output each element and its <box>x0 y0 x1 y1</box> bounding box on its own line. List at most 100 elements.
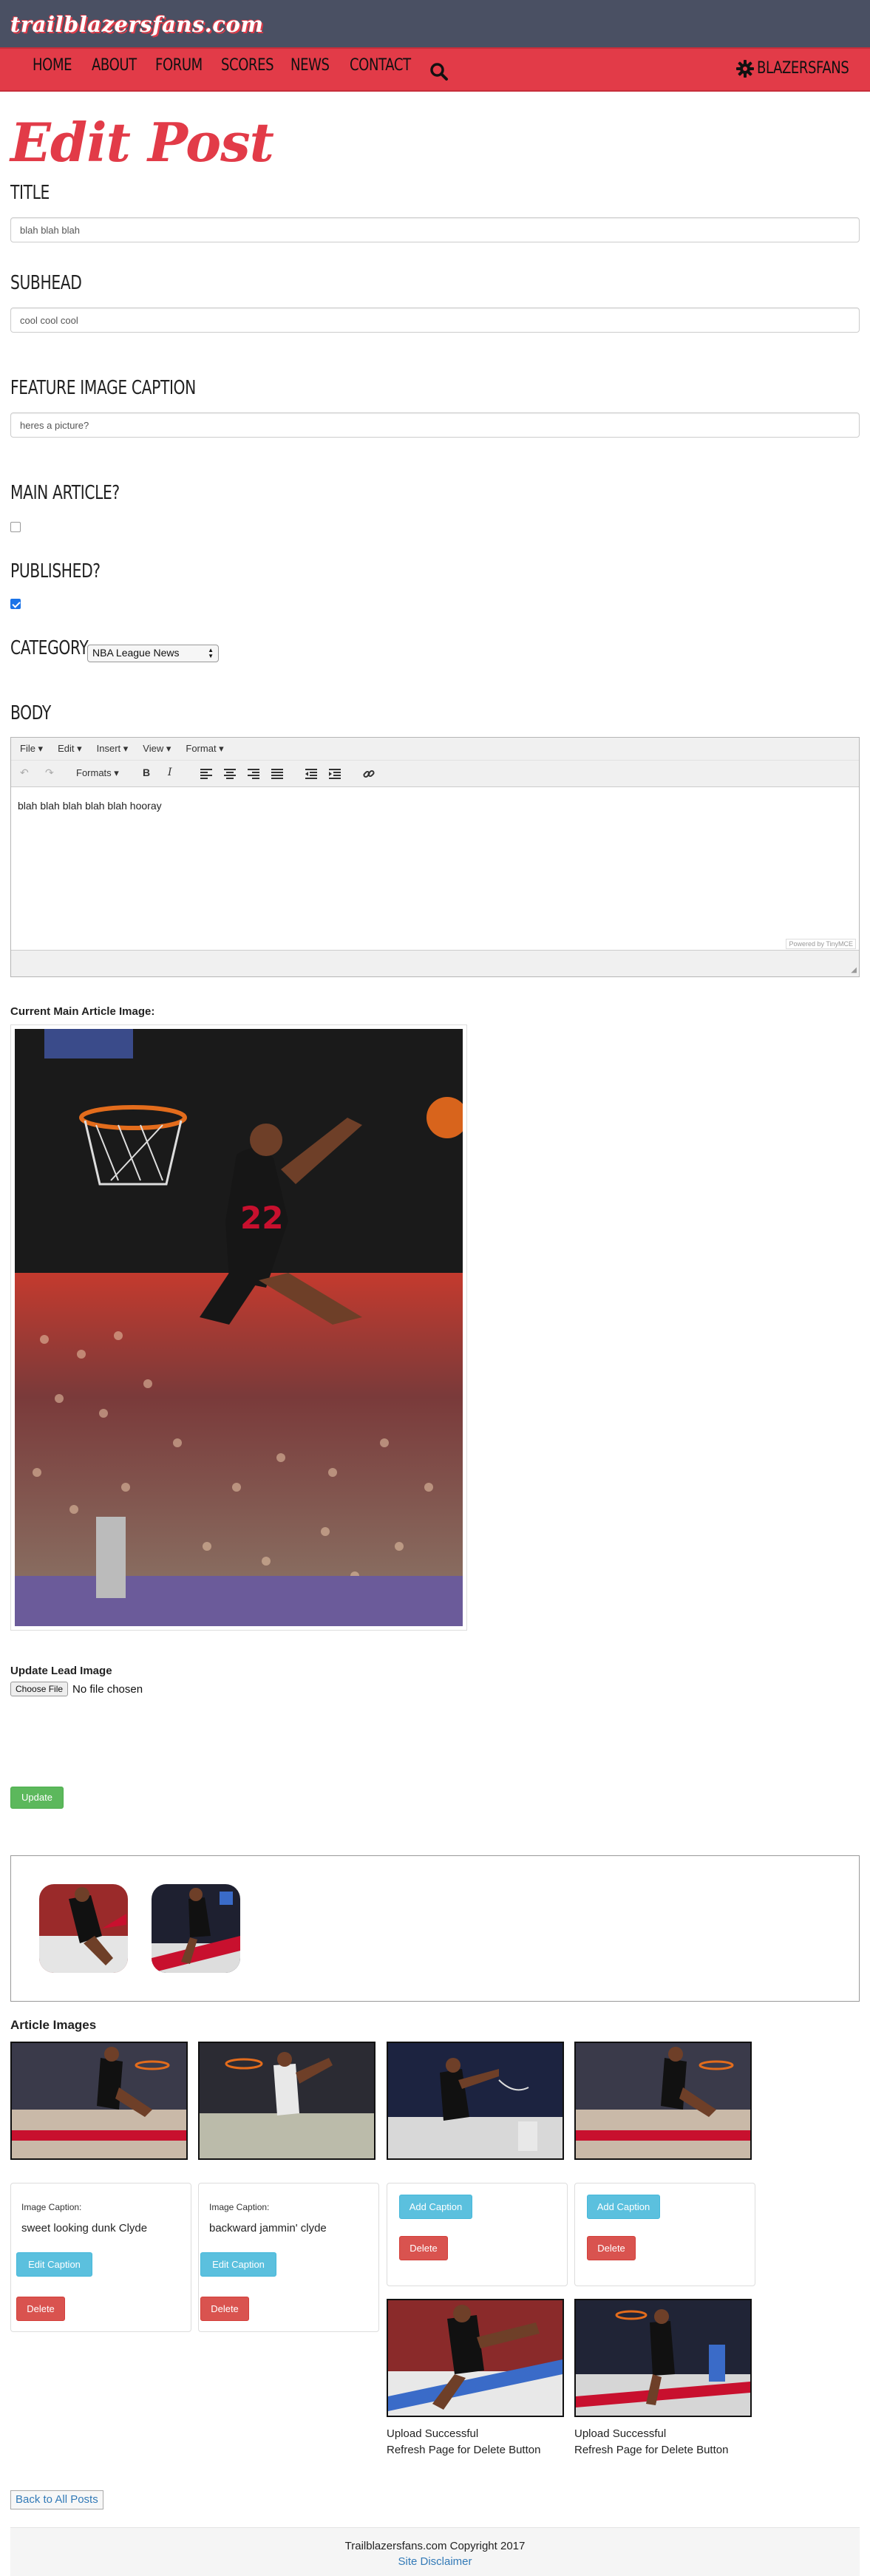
nav-home[interactable]: HOME <box>33 56 72 75</box>
thumbnail-strip <box>10 1855 860 2002</box>
editor-menubar: File ▾ Edit ▾ Insert ▾ View ▾ Format ▾ <box>11 738 859 761</box>
article-image-4 <box>574 2042 752 2160</box>
editor-toolbar: ↶ ↷ Formats ▾ B I <box>11 761 859 787</box>
caption-label: FEATURE IMAGE CAPTION <box>10 377 196 399</box>
align-justify-icon[interactable] <box>271 769 283 779</box>
caption-text: backward jammin' clyde <box>209 2222 327 2235</box>
footer-copyright: Trailblazersfans.com Copyright 2017 <box>344 2540 526 2552</box>
update-button[interactable]: Update <box>10 1787 64 1809</box>
article-image-3 <box>387 2042 564 2160</box>
delete-button[interactable]: Delete <box>587 2236 636 2260</box>
caption-title: Image Caption: <box>209 2202 270 2212</box>
rich-text-editor: File ▾ Edit ▾ Insert ▾ View ▾ Format ▾ ↶… <box>10 737 860 977</box>
back-to-posts-button[interactable]: Back to All Posts <box>10 2490 103 2509</box>
svg-text:22: 22 <box>240 1200 283 1236</box>
lead-image-file-input[interactable]: Choose File No file chosen <box>10 1682 143 1696</box>
indent-icon[interactable] <box>329 769 341 779</box>
link-icon[interactable] <box>363 768 375 780</box>
article-image-4-photo <box>576 2043 750 2158</box>
title-label: TITLE <box>10 182 50 204</box>
select-arrows-icon: ▲ ▼ <box>208 647 214 659</box>
align-center-icon[interactable] <box>224 769 236 779</box>
page-title: Edit Post <box>10 111 274 174</box>
formats-dropdown[interactable]: Formats ▾ <box>76 767 119 779</box>
thumbnail-2[interactable] <box>152 1884 240 1973</box>
menu-edit[interactable]: Edit ▾ <box>58 743 82 755</box>
thumbnail-1[interactable] <box>39 1884 128 1973</box>
search-icon[interactable] <box>429 62 449 81</box>
site-disclaimer-link[interactable]: Site Disclaimer <box>10 2555 860 2568</box>
caption-input[interactable] <box>10 412 860 438</box>
outdent-icon[interactable] <box>305 769 317 779</box>
align-left-icon[interactable] <box>200 769 212 779</box>
uploaded-image-1 <box>387 2299 564 2417</box>
dunk-photo: 22 <box>15 1029 468 1626</box>
subhead-input[interactable] <box>10 307 860 333</box>
resize-handle-icon[interactable]: ◢ <box>851 966 857 974</box>
delete-button[interactable]: Delete <box>200 2297 249 2321</box>
menu-insert[interactable]: Insert ▾ <box>97 743 129 755</box>
file-status: No file chosen <box>72 1682 143 1696</box>
caption-card-3: Add Caption Delete <box>387 2183 568 2286</box>
main-article-checkbox[interactable] <box>10 522 21 532</box>
uploaded-image-2 <box>574 2299 752 2417</box>
choose-file-button[interactable]: Choose File <box>10 1682 69 1696</box>
site-logo[interactable]: trailblazersfans.com <box>10 12 264 37</box>
delete-button[interactable]: Delete <box>399 2236 448 2260</box>
published-checkbox[interactable] <box>10 599 21 609</box>
main-article-image: 22 <box>10 1024 468 1631</box>
title-input[interactable] <box>10 217 860 242</box>
align-right-icon[interactable] <box>248 769 259 779</box>
body-label: BODY <box>10 702 51 724</box>
blazersfans-label: BLAZERSFANS <box>757 59 849 78</box>
main-nav: HOME ABOUT FORUM SCORES NEWS CONTACT BLA… <box>0 47 870 92</box>
edit-caption-button[interactable]: Edit Caption <box>16 2252 92 2277</box>
nav-scores[interactable]: SCORES <box>221 56 274 75</box>
upload-status-1: Upload Successful Refresh Page for Delet… <box>387 2426 540 2458</box>
caption-title: Image Caption: <box>21 2202 82 2212</box>
published-label: PUBLISHED? <box>10 560 101 582</box>
article-image-1 <box>10 2042 188 2160</box>
nav-contact[interactable]: CONTACT <box>350 56 411 75</box>
main-image-label: Current Main Article Image: <box>10 1005 155 1018</box>
category-select[interactable]: NBA League News ▲ ▼ <box>87 645 219 662</box>
editor-content[interactable]: blah blah blah blah blah hooray <box>11 788 859 949</box>
nav-about[interactable]: ABOUT <box>92 56 137 75</box>
redo-icon[interactable]: ↷ <box>45 767 54 779</box>
uploaded-image-1-photo <box>388 2300 563 2416</box>
article-image-2-photo <box>200 2043 374 2158</box>
gear-icon <box>736 59 754 78</box>
upload-status-2: Upload Successful Refresh Page for Delet… <box>574 2426 728 2458</box>
thumbnail-2-photo <box>152 1884 240 1973</box>
caption-text: sweet looking dunk Clyde <box>21 2222 148 2235</box>
upload-status-hint: Refresh Page for Delete Button <box>574 2444 729 2456</box>
caption-card-4: Add Caption Delete <box>574 2183 755 2286</box>
menu-file[interactable]: File ▾ <box>20 743 43 755</box>
menu-format[interactable]: Format ▾ <box>186 743 223 755</box>
nav-news[interactable]: NEWS <box>290 56 330 75</box>
powered-by-badge[interactable]: Powered by TinyMCE <box>786 939 856 949</box>
upload-status-line: Upload Successful <box>387 2427 479 2440</box>
footer: Trailblazersfans.com Copyright 2017 Site… <box>10 2527 860 2576</box>
category-label: CATEGORY <box>10 637 89 659</box>
editor-statusbar: ◢ <box>11 950 859 976</box>
italic-icon[interactable]: I <box>168 767 172 778</box>
bold-icon[interactable]: B <box>143 767 150 778</box>
menu-view[interactable]: View ▾ <box>143 743 171 755</box>
undo-icon[interactable]: ↶ <box>20 767 29 779</box>
thumbnail-1-photo <box>39 1884 128 1973</box>
delete-button[interactable]: Delete <box>16 2297 65 2321</box>
main-article-label: MAIN ARTICLE? <box>10 482 120 504</box>
update-lead-label: Update Lead Image <box>10 1665 112 1677</box>
article-image-1-photo <box>12 2043 186 2158</box>
nav-forum[interactable]: FORUM <box>155 56 203 75</box>
blazersfans-link[interactable]: BLAZERSFANS <box>736 59 869 78</box>
caption-card-1: Image Caption: sweet looking dunk Clyde … <box>10 2183 191 2332</box>
upload-status-hint: Refresh Page for Delete Button <box>387 2444 541 2456</box>
add-caption-button[interactable]: Add Caption <box>587 2195 660 2219</box>
add-caption-button[interactable]: Add Caption <box>399 2195 472 2219</box>
brand-bar: trailblazersfans.com <box>0 0 870 47</box>
edit-caption-button[interactable]: Edit Caption <box>200 2252 276 2277</box>
caption-card-2: Image Caption: backward jammin' clyde Ed… <box>198 2183 379 2332</box>
article-image-2 <box>198 2042 375 2160</box>
